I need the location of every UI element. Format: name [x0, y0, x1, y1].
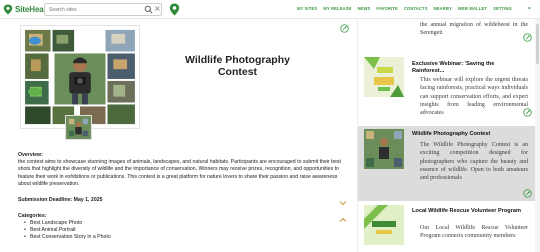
comment-icon[interactable]	[523, 189, 532, 198]
search-icon[interactable]	[144, 5, 153, 14]
feed-panel: the annual migration of wildebeest in th…	[357, 19, 540, 252]
overview-text: the contest aims to showcase stunning im…	[18, 159, 341, 187]
list-item: Best Landscape Photo	[24, 220, 111, 227]
nav-web-wallet[interactable]: WEB WALLET	[458, 6, 487, 11]
chevron-up-icon[interactable]	[339, 217, 347, 223]
feed-scrollbar-thumb[interactable]	[536, 24, 539, 64]
main-nav: MY SITES MY RELEASE NEWS FAVORITE CONTAC…	[297, 6, 512, 11]
feed-card-body: This webinar will explore the urgent thr…	[420, 77, 528, 117]
contest-thumbnail	[364, 129, 404, 169]
comment-icon[interactable]	[523, 33, 532, 42]
webinar-thumbnail	[364, 57, 404, 97]
overview-section: Overview: the contest aims to showcase s…	[18, 152, 348, 188]
contest-collage-image	[20, 25, 140, 129]
feed-card-rescue-volunteer[interactable]: Local Wildlife Rescue Volunteer Program …	[358, 203, 535, 252]
map-pin-icon[interactable]	[169, 3, 180, 16]
chevron-down-icon[interactable]	[339, 200, 347, 206]
submission-deadline: Submission Deadline: May 1, 2025	[18, 197, 103, 203]
volunteer-thumbnail	[364, 205, 404, 245]
list-item: Best Animal Portrait	[24, 227, 111, 234]
nav-nearby[interactable]: NEARBY	[434, 6, 452, 11]
search-input[interactable]	[49, 5, 137, 15]
nav-my-sites[interactable]: MY SITES	[297, 6, 317, 11]
top-bar: SiteHear × MY SITES MY RELEASE NEWS FAVO…	[0, 0, 540, 19]
nav-contacts[interactable]: CONTACTS	[404, 6, 428, 11]
nav-news[interactable]: NEWS	[357, 6, 370, 11]
feed-card-photography-contest[interactable]: Wildlife Photography Contest The Wildlif…	[358, 126, 535, 201]
detail-panel: Wildlife Photography Contest Overview: t…	[0, 19, 354, 252]
page-title: Wildlife Photography Contest	[185, 54, 290, 78]
comment-icon[interactable]	[523, 108, 532, 117]
nav-setting[interactable]: SETTING	[493, 6, 512, 11]
site-logo[interactable]: SiteHear	[3, 2, 47, 16]
feed-card-title: Exclusive Webinar: 'Saving the Rainfores…	[412, 61, 495, 74]
logo-pin-icon	[3, 4, 13, 14]
chevron-down-icon[interactable]: ⌄	[526, 2, 533, 11]
search-box[interactable]: ×	[44, 3, 162, 16]
feed-card-title: Wildlife Photography Contest	[412, 131, 491, 137]
feed-card-body: Our Local Wildlife Rescue Volunteer Prog…	[420, 225, 528, 240]
feed-card-body: The Wildlife Photography Contest is an e…	[420, 142, 528, 182]
nav-favorite[interactable]: FAVORITE	[376, 6, 397, 11]
feed-card-title: Local Wildlife Rescue Volunteer Program	[412, 208, 521, 214]
logo-text: SiteHear	[15, 4, 47, 14]
feed-card-webinar[interactable]: Exclusive Webinar: 'Saving the Rainfores…	[358, 57, 535, 123]
clear-icon[interactable]: ×	[154, 4, 161, 14]
categories-label: Categories:	[18, 213, 47, 219]
nav-my-release[interactable]: MY RELEASE	[323, 6, 351, 11]
feed-card-body: the annual migration of wildebeest in th…	[420, 22, 528, 37]
list-item: Best Conservation Story in a Photo	[24, 234, 111, 241]
category-list: Best Landscape Photo Best Animal Portrai…	[24, 220, 111, 242]
comment-icon[interactable]	[340, 24, 349, 33]
gallery-thumbnail[interactable]	[65, 115, 92, 140]
overview-label: Overview:	[18, 152, 43, 158]
feed-card-migration[interactable]: the annual migration of wildebeest in th…	[358, 19, 535, 55]
